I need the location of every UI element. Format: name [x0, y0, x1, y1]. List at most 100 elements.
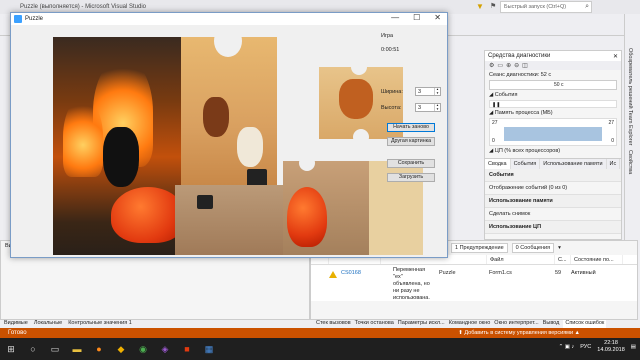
quick-launch-placeholder: Быстрый запуск (Ctrl+Q)	[504, 4, 567, 10]
puzzle-window-title: Puzzle	[25, 16, 44, 22]
diagnostics-header: Средства диагностики ✕	[485, 51, 621, 61]
system-tray: ⌃ ▣ ♪ РУС 22:18 14.09.2018 ▤	[559, 340, 636, 354]
settings-icon[interactable]: ⚙	[489, 62, 494, 69]
tab-watch-1[interactable]: Контрольные значения 1	[68, 320, 132, 328]
tab-properties[interactable]: Свойства	[627, 150, 633, 174]
stepper-arrows-icon[interactable]: ▲ ▼	[434, 87, 440, 95]
guitar-shape	[339, 79, 373, 119]
tab-breakpoints[interactable]: Точки останова	[355, 320, 394, 328]
tab-events[interactable]: События	[511, 159, 541, 169]
puzzle-piece-fire-guitar[interactable]	[53, 37, 183, 255]
height-label: Высота:	[381, 105, 402, 111]
mem-left-bottom: 0	[492, 138, 495, 144]
clock-date: 14.09.2018	[597, 347, 625, 353]
task-view-icon[interactable]: ▭	[44, 338, 66, 360]
zoom-out-icon[interactable]: ⊖	[514, 62, 519, 69]
game-group-label: Игра	[381, 33, 394, 39]
quick-launch-input[interactable]: Быстрый запуск (Ctrl+Q) ⌕	[500, 1, 592, 13]
minimize-icon[interactable]: —	[391, 13, 399, 22]
tab-call-stack[interactable]: Стек вызовов	[316, 320, 351, 328]
mem-left-top: 27	[492, 120, 498, 126]
puzzle-app-icon[interactable]: ■	[176, 338, 198, 360]
events-row[interactable]: Отображение событий (0 из 0)	[485, 182, 621, 195]
bottom-tabs-right: Стек вызовов Точки останова Параметры ис…	[316, 320, 626, 328]
stepper-arrows-icon[interactable]: ▲ ▼	[434, 103, 440, 111]
tab-output[interactable]: Вывод	[543, 320, 560, 328]
diagnostics-timeline[interactable]: 50 с	[489, 80, 617, 90]
mem-right-bottom: 0	[611, 138, 614, 144]
windows-taskbar: ⊞ ○ ▭ ▬ ● ◆ ◉ ◈ ■ ▦ ⌃ ▣ ♪ РУС 22:18 14.0…	[0, 338, 640, 360]
language-indicator[interactable]: РУС	[580, 344, 591, 350]
width-label: Ширина:	[381, 89, 403, 95]
search-icon[interactable]: ○	[22, 338, 44, 360]
status-bar: Готово ⬆ Добавить в систему управления в…	[0, 328, 640, 338]
maximize-icon[interactable]: ☐	[413, 13, 420, 22]
tab-exception-settings[interactable]: Параметры искл...	[398, 320, 445, 328]
tab-locals[interactable]: Локальные	[34, 320, 62, 328]
select-tools-icon[interactable]: ▭	[497, 62, 503, 69]
height-stepper[interactable]: 3 ▲ ▼	[415, 103, 441, 112]
tab-error-list[interactable]: Список ошибок	[563, 320, 607, 328]
tab-command-window[interactable]: Командное окно	[449, 320, 491, 328]
puzzle-title-bar[interactable]: Puzzle — ☐ ✕	[11, 13, 447, 25]
diagnostics-panel: Средства диагностики ✕ ⚙ ▭ ⊕ ⊖ ◫ Сеанс д…	[484, 50, 622, 240]
winamp-icon[interactable]: ◆	[110, 338, 132, 360]
bottom-tabs-left: Видимые Локальные Контрольные значения 1	[0, 320, 310, 328]
error-code-link[interactable]: CS0168	[341, 270, 361, 276]
col-line[interactable]: С...	[555, 255, 571, 264]
close-icon[interactable]: ✕	[434, 13, 441, 22]
tab-team-explorer[interactable]: Team Explorer	[627, 110, 633, 145]
clock[interactable]: 22:18 14.09.2018	[597, 340, 625, 354]
firefox-icon[interactable]: ●	[88, 338, 110, 360]
zoom-in-icon[interactable]: ⊕	[506, 62, 511, 69]
piece-notch	[299, 161, 315, 171]
windows-start-icon[interactable]: ⊞	[0, 338, 22, 360]
restart-button[interactable]: Начать заново	[387, 123, 435, 132]
diagnostics-title: Средства диагностики	[488, 53, 551, 59]
width-value: 3	[418, 89, 422, 95]
close-icon[interactable]: ✕	[613, 53, 618, 60]
piece-notch	[353, 129, 369, 139]
memory-section-label[interactable]: ◢ Память процесса (МБ)	[485, 108, 621, 118]
messages-filter-button[interactable]: 0 Сообщения	[511, 243, 555, 253]
source-control-button[interactable]: ⬆ Добавить в систему управления версиями…	[458, 330, 580, 336]
build-filter-icon[interactable]: ▾	[558, 245, 561, 251]
explorer-icon[interactable]: ▬	[66, 338, 88, 360]
load-button[interactable]: Загрузить	[387, 173, 435, 182]
tray-icons[interactable]: ⌃ ▣ ♪	[559, 344, 575, 350]
col-file[interactable]: Файл	[487, 255, 555, 264]
app-icon[interactable]: ▦	[198, 338, 220, 360]
tab-memory-usage[interactable]: Использование памяти	[540, 159, 607, 169]
visual-studio-icon[interactable]: ◈	[154, 338, 176, 360]
width-stepper[interactable]: 3 ▲ ▼	[415, 87, 441, 96]
puzzle-window: Puzzle — ☐ ✕ Игра 0:00:51 Ширина: 3 ▲ ▼ …	[10, 12, 448, 258]
puzzle-piece-floor[interactable]	[175, 185, 285, 255]
vs-right-tabbar: Обозреватель решений Team Explorer Свойс…	[624, 14, 640, 254]
diagnostics-session: Сеанс диагностики: 52 с	[489, 72, 552, 78]
tab-summary[interactable]: Сводка	[485, 159, 511, 169]
save-button[interactable]: Сохранить	[387, 159, 435, 168]
puzzle-piece-wall-guitars[interactable]	[181, 37, 277, 187]
guitar-shape	[203, 97, 229, 137]
warnings-filter-button[interactable]: 1 Предупреждение	[451, 243, 508, 253]
chrome-icon[interactable]: ◉	[132, 338, 154, 360]
events-section-label[interactable]: ◢ События	[485, 90, 621, 100]
tab-autos[interactable]: Видимые	[4, 320, 28, 328]
take-snapshot-row[interactable]: Сделать снимок	[485, 208, 621, 221]
clock-time: 22:18	[604, 340, 618, 346]
col-state[interactable]: Состояние по...	[571, 255, 623, 264]
tab-immediate-window[interactable]: Окно интерпрет...	[494, 320, 538, 328]
error-list-row[interactable]: CS0168 Переменная "ex" объявлена, но ни …	[311, 265, 637, 301]
cpu-section-label[interactable]: ◢ ЦП (% всех процессоров)	[485, 146, 621, 156]
amp-shape	[197, 195, 213, 209]
puzzle-board[interactable]	[51, 25, 423, 255]
tab-cpu[interactable]: Ис	[607, 159, 621, 169]
feedback-flag-icon[interactable]: ⚑	[490, 2, 496, 10]
filter-icon[interactable]: ▼	[476, 2, 486, 12]
notifications-icon[interactable]: ▤	[631, 344, 636, 350]
tab-solution-explorer[interactable]: Обозреватель решений	[627, 48, 633, 109]
other-picture-button[interactable]: Другая картинка	[387, 137, 435, 146]
reset-zoom-icon[interactable]: ◫	[522, 62, 528, 69]
error-description: Переменная "ex" объявлена, но ни разу не…	[393, 267, 430, 301]
error-project: Puzzle	[439, 270, 456, 276]
